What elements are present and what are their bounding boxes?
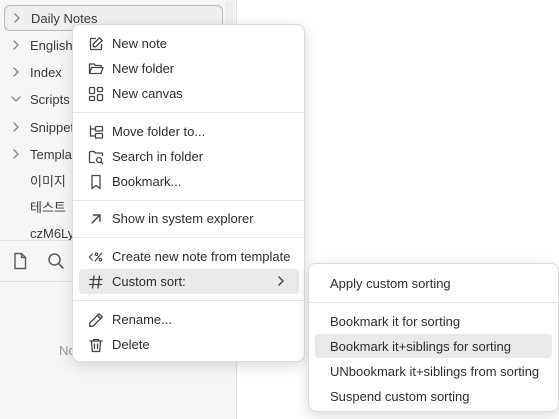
chevron-right-icon [9,10,25,26]
menu-item-label: Search in folder [112,149,204,164]
menu-item-label: New canvas [112,86,183,101]
canvas-icon [88,86,104,102]
submenu-item-bookmark-for-sorting[interactable]: Bookmark it for sorting [315,309,552,333]
tree-item-label: czM6Ly [30,225,75,241]
arrow-up-right-icon [88,211,104,227]
submenu-item-apply-custom-sorting[interactable]: Apply custom sorting [315,271,552,295]
file-icon[interactable] [10,251,30,271]
custom-sort-submenu: Apply custom sorting Bookmark it for sor… [308,263,559,412]
menu-separator [73,112,304,113]
menu-separator [73,200,304,201]
search-icon[interactable] [46,251,66,271]
bookmark-icon [88,174,104,190]
menu-item-move-folder[interactable]: Move folder to... [79,119,299,144]
chevron-down-icon [8,91,24,107]
menu-item-delete[interactable]: Delete [79,332,299,357]
menu-item-rename[interactable]: Rename... [79,307,299,332]
menu-item-label: New folder [112,61,175,76]
percent-template-icon [88,249,104,265]
tree-item-label: Scripts [30,91,70,107]
menu-separator [309,302,558,303]
menu-item-label: Bookmark... [112,174,182,189]
menu-item-search-in-folder[interactable]: Search in folder [79,144,299,169]
tree-item-label: English [30,37,73,53]
hash-icon [88,274,104,290]
tree-item-label: Index [30,64,62,80]
menu-item-custom-sort[interactable]: Custom sort: [79,269,299,294]
menu-item-bookmark[interactable]: Bookmark... [79,169,299,194]
edit-icon [88,36,104,52]
chevron-right-icon [8,119,24,135]
menu-separator [73,300,304,301]
submenu-item-unbookmark-siblings[interactable]: UNbookmark it+siblings from sorting [315,359,552,383]
folder-open-icon [88,61,104,77]
chevron-right-icon [8,146,24,162]
menu-item-label: Custom sort: [112,274,186,289]
menu-item-label: Delete [112,337,150,352]
menu-item-new-canvas[interactable]: New canvas [79,81,299,106]
pencil-icon [88,312,104,328]
chevron-right-icon [8,37,24,53]
menu-item-create-from-template[interactable]: Create new note from template [79,244,299,269]
menu-item-label: Rename... [112,312,172,327]
folder-search-icon [88,149,104,165]
menu-item-label: New note [112,36,167,51]
submenu-item-bookmark-siblings[interactable]: Bookmark it+siblings for sorting [315,334,552,358]
menu-item-label: Create new note from template [112,249,291,264]
tree-item-label: 이미지 [30,173,66,189]
menu-item-new-note[interactable]: New note [79,31,299,56]
submenu-item-suspend-sorting[interactable]: Suspend custom sorting [315,384,552,408]
trash-icon [88,337,104,353]
context-menu: New note New folder New canvas Move fold… [72,24,305,362]
tree-item-label: 테스트 [30,199,66,215]
menu-item-new-folder[interactable]: New folder [79,56,299,81]
folder-tree-icon [88,124,104,140]
chevron-right-icon [275,274,287,288]
chevron-right-icon [8,64,24,80]
menu-item-label: Move folder to... [112,124,206,139]
menu-separator [73,237,304,238]
menu-item-show-in-explorer[interactable]: Show in system explorer [79,206,299,231]
menu-item-label: Show in system explorer [112,211,254,226]
